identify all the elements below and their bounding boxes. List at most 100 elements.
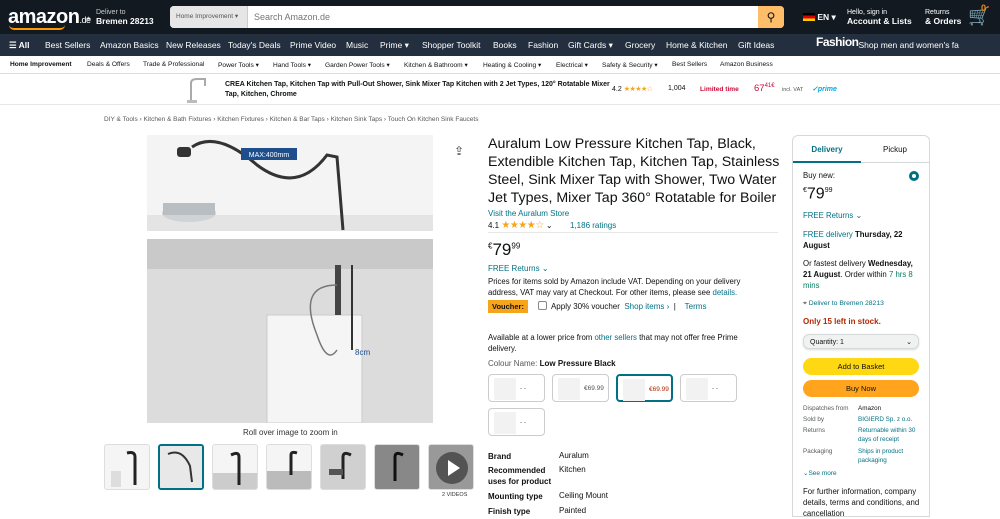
voucher-terms-link[interactable]: Terms [685,302,707,311]
all-menu-button[interactable]: ☰ All [9,40,30,51]
colour-swatch[interactable]: - - [488,374,545,402]
share-icon[interactable]: ⇪ [454,144,464,158]
thumbnail[interactable] [320,444,366,490]
nav-item[interactable]: Shopper Toolkit [422,40,480,50]
tab-delivery[interactable]: Delivery [793,136,861,163]
german-flag-icon [803,13,815,21]
thumbnail[interactable] [266,444,312,490]
breadcrumb-link[interactable]: Kitchen Fixtures [217,116,264,123]
account-lists[interactable]: Hello, sign in Account & Lists [847,8,912,26]
language-selector[interactable]: EN ▾ [803,12,836,23]
divider [488,232,778,233]
free-returns-link[interactable]: FREE Returns ⌄ [488,264,549,273]
buybox-price: €7999 [803,185,833,203]
colour-swatch[interactable]: - - [488,408,545,436]
colour-swatch[interactable]: €69.99 [552,374,609,402]
buy-new-radio[interactable] [909,171,919,181]
voucher-row: Voucher: Apply 30% voucher Shop items › |… [488,300,706,313]
breadcrumb-link[interactable]: Kitchen & Bath Fixtures [144,116,212,123]
chevron-down-icon: ⌄ [906,339,912,346]
thumbnail-selected[interactable] [158,444,204,490]
store-link[interactable]: Visit the Auralum Store [488,209,569,218]
nav-item[interactable]: Prime Video [290,40,336,50]
subnav-item[interactable]: Trade & Professional [143,61,204,68]
nav-item[interactable]: New Releases [166,40,221,50]
main-product-image[interactable]: MAX:400mm 8cm [147,135,433,423]
subnav-item[interactable]: Deals & Offers [87,61,130,68]
logo-smile-icon [9,25,65,30]
other-sellers-link[interactable]: other sellers [594,333,636,342]
subnav-item[interactable]: Electrical ▾ [556,61,588,69]
nav-item[interactable]: Gift Ideas [738,40,774,50]
breadcrumb-link[interactable]: Kitchen Sink Taps [331,116,383,123]
subnav-item[interactable]: Best Sellers [672,61,707,68]
product-rating[interactable]: 4.1 ★★★★☆ ⌄ [488,220,553,231]
subnav-item[interactable]: Safety & Security ▾ [602,61,658,69]
buybox-free-returns[interactable]: FREE Returns ⌄ [803,210,862,221]
banner-title[interactable]: CREA Kitchen Tap, Kitchen Tap with Pull-… [225,80,610,100]
subnav-item[interactable]: Hand Tools ▾ [273,61,311,69]
vat-details-link[interactable]: details. [712,288,737,297]
nav-item[interactable]: Today's Deals [228,40,281,50]
zoom-hint: Roll over image to zoom in [243,428,338,437]
deliver-to-link[interactable]: ⌖ Deliver to Bremen 28213 [803,298,884,309]
cart-count: 0 [981,3,987,13]
nav-item[interactable]: Prime ▾ [380,40,409,51]
ratings-count-link[interactable]: 1,186 ratings [570,221,616,230]
banner-rating-count: 1,004 [668,85,686,92]
subnav-item[interactable]: Amazon Business [720,61,773,68]
breadcrumb-link[interactable]: DIY & Tools [104,116,138,123]
prime-logo: ✓prime [812,86,837,93]
search-button[interactable]: ⚲ [758,6,784,28]
nav-item[interactable]: Books [493,40,517,50]
nav-item[interactable]: Home & Kitchen [666,40,727,50]
shop-items-link[interactable]: Shop items › [624,302,669,311]
voucher-badge: Voucher: [488,300,528,313]
free-delivery-link[interactable]: FREE delivery [803,230,853,239]
tab-pickup[interactable]: Pickup [861,136,929,163]
cart-icon[interactable]: 🛒 [968,6,990,27]
chevron-down-icon: ⌄ [855,211,862,220]
colour-swatch-selected[interactable]: €69.99 [616,374,673,402]
chevron-down-icon: ⌄ [541,264,549,273]
breadcrumb-link[interactable]: Touch On Kitchen Sink Faucets [388,116,479,123]
thumbnail[interactable] [374,444,420,490]
returns-orders[interactable]: Returns & Orders [925,8,961,26]
subnav-item[interactable]: Garden Power Tools ▾ [325,61,390,69]
star-rating-icon: ★★★★☆ [623,86,653,93]
quantity-select[interactable]: Quantity: 1 ⌄ [803,334,919,349]
see-more-link[interactable]: ⌄See more [803,468,837,479]
delivery-info: FREE delivery Thursday, 22 August [803,230,903,250]
nav-item[interactable]: Best Sellers [45,40,90,50]
voucher-checkbox[interactable] [537,301,547,310]
packaging-link[interactable]: Ships in product packaging [858,448,928,465]
thumbnail[interactable] [212,444,258,490]
star-rating-icon: ★★★★☆ [501,220,544,231]
deliver-to[interactable]: Deliver to Bremen 28213 [96,8,154,26]
sponsored-banner[interactable]: CREA Kitchen Tap, Kitchen Tap with Pull-… [0,75,1000,105]
returns-link[interactable]: Returnable within 30 days of receipt [858,427,928,444]
banner-price: 6741€ [754,83,775,95]
breadcrumb-link[interactable]: Kitchen & Bar Taps [270,116,325,123]
colour-swatch[interactable]: - - [680,374,737,402]
banner-vat: incl. VAT [782,87,804,93]
add-to-basket-button[interactable]: Add to Basket [803,358,919,375]
subnav-item[interactable]: Kitchen & Bathroom ▾ [404,61,468,69]
product-price: €7999 [488,240,521,259]
fashion-promo[interactable]: Fashion Shop men and women's fa [816,34,959,56]
thumbnail[interactable] [104,444,150,490]
subnav-item[interactable]: Home Improvement [10,61,72,68]
vat-note: Prices for items sold by Amazon include … [488,277,741,297]
buy-now-button[interactable]: Buy Now [803,380,919,397]
subnav-item[interactable]: Heating & Cooling ▾ [483,61,541,69]
seller-link[interactable]: BIGIERD Sp. z o.o. [858,416,928,425]
search-category-select[interactable]: Home Improvement ▾ [170,6,248,28]
video-thumbnail[interactable] [428,444,474,490]
nav-item[interactable]: Gift Cards ▾ [568,40,613,51]
nav-item[interactable]: Music [346,40,368,50]
nav-item[interactable]: Grocery [625,40,655,50]
subnav-item[interactable]: Power Tools ▾ [218,61,259,69]
nav-item[interactable]: Amazon Basics [100,40,159,50]
nav-item[interactable]: Fashion [528,40,558,50]
search-input[interactable] [248,6,758,28]
